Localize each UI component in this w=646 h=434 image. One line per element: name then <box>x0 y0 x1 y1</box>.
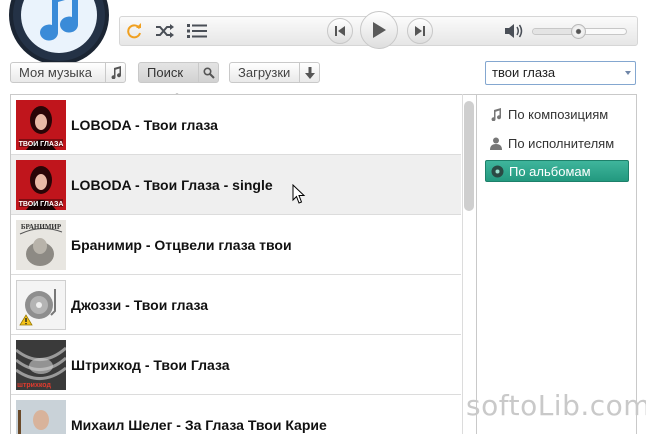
mouse-cursor-icon <box>292 184 306 209</box>
album-cover-text: БРАНИМИР <box>21 223 62 231</box>
results-scrollbar-thumb[interactable] <box>464 101 474 211</box>
search-icon <box>198 63 218 82</box>
playlist-icon[interactable] <box>185 20 209 42</box>
prev-icon[interactable] <box>327 18 353 44</box>
play-icon[interactable] <box>360 11 398 49</box>
album-cover-text: штрихкод <box>17 382 51 389</box>
album-cover: БРАНИМИР <box>16 220 66 270</box>
album-cover: ТВОИ ГЛАЗА <box>16 100 66 150</box>
tab-my-music[interactable]: Моя музыка <box>10 62 126 83</box>
scrollbar-divider <box>462 94 463 434</box>
music-note-icon <box>105 63 125 82</box>
results-list: ТВОИ ГЛАЗА LOBODA - Твои глаза ТВОИ ГЛАЗ… <box>10 94 477 434</box>
person-icon <box>489 136 503 150</box>
music-note-icon <box>489 107 503 121</box>
watermark: softoLib.com <box>466 389 646 422</box>
search-dropdown-arrow-icon[interactable] <box>625 71 631 75</box>
tab-pointer <box>171 87 183 94</box>
tab-my-music-label: Моя музыка <box>11 63 105 82</box>
album-cover: штрихкод <box>16 340 66 390</box>
track-title: Бранимир - Отцвели глаза твои <box>71 237 292 253</box>
list-item[interactable]: Михаил Шелег - За Глаза Твои Карие <box>11 395 461 434</box>
filter-by-tracks[interactable]: По композициям <box>485 103 629 125</box>
disc-icon <box>490 164 504 178</box>
list-item[interactable]: штрихкод Штрихкод - Твои Глаза <box>11 335 461 395</box>
album-cover-placeholder <box>16 280 66 330</box>
list-item[interactable]: БРАНИМИР Бранимир - Отцвели глаза твои <box>11 215 461 275</box>
track-title: LOBODA - Твои Глаза - single <box>71 177 273 193</box>
list-item[interactable]: Джоззи - Твои глаза <box>11 275 461 335</box>
track-title: LOBODA - Твои глаза <box>71 117 218 133</box>
refresh-icon[interactable] <box>123 20 145 42</box>
filter-label: По альбомам <box>509 164 591 179</box>
filter-label: По композициям <box>508 107 608 122</box>
filter-label: По исполнителям <box>508 136 614 151</box>
volume-slider-knob[interactable] <box>571 24 586 39</box>
volume-slider[interactable] <box>532 28 627 35</box>
shuffle-icon[interactable] <box>153 20 177 42</box>
filter-by-albums[interactable]: По альбомам <box>485 160 629 182</box>
next-icon[interactable] <box>407 18 433 44</box>
tab-search[interactable]: Поиск <box>138 62 219 83</box>
search-input[interactable]: твои глаза <box>485 61 636 85</box>
track-title: Джоззи - Твои глаза <box>71 297 208 313</box>
filter-by-artists[interactable]: По исполнителям <box>485 132 629 154</box>
list-item[interactable]: ТВОИ ГЛАЗА LOBODA - Твои Глаза - single <box>11 155 461 215</box>
track-title: Михаил Шелег - За Глаза Твои Карие <box>71 417 327 433</box>
download-arrow-icon <box>299 63 319 82</box>
album-cover-text: ТВОИ ГЛАЗА <box>19 201 64 208</box>
search-filter-panel: По композициям По исполнителям По альбом… <box>477 94 637 434</box>
volume-icon[interactable] <box>503 21 525 41</box>
track-title: Штрихкод - Твои Глаза <box>71 357 230 373</box>
album-cover: ТВОИ ГЛАЗА <box>16 160 66 210</box>
app-logo <box>8 0 110 66</box>
tab-search-label: Поиск <box>139 63 198 82</box>
album-cover-text: ТВОИ ГЛАЗА <box>19 141 64 148</box>
list-item[interactable]: ТВОИ ГЛАЗА LOBODA - Твои глаза <box>11 95 461 155</box>
tab-downloads-label: Загрузки <box>230 63 299 82</box>
tab-downloads[interactable]: Загрузки <box>229 62 320 83</box>
search-input-value: твои глаза <box>492 65 555 80</box>
album-cover <box>16 400 66 434</box>
